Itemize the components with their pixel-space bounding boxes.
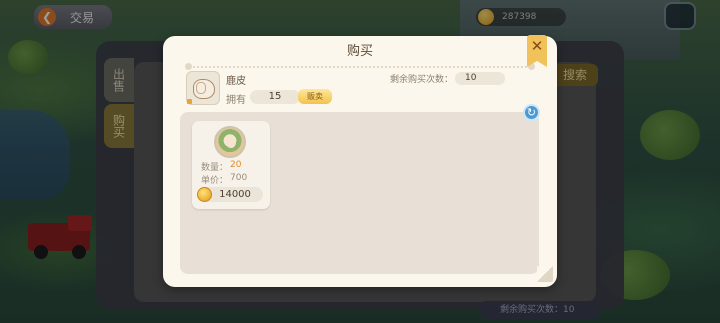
refresh-icon[interactable]: ↻ (523, 104, 540, 121)
coin-icon (197, 187, 212, 202)
dialog-title: 购买 (346, 44, 373, 59)
sell-button[interactable]: 贩卖 (298, 89, 332, 104)
own-label: 拥有 (226, 95, 246, 106)
seller-avatar (214, 126, 246, 158)
quantity-label: 数量： (201, 163, 229, 173)
quantity-value: 20 (230, 160, 242, 170)
unit-price-label: 单价： (201, 176, 229, 186)
item-name: 鹿皮 (226, 76, 246, 87)
divider-dot (185, 63, 192, 70)
page-corner-fold (537, 266, 553, 282)
own-count: 15 (250, 90, 300, 104)
deer-hide-icon (186, 71, 220, 105)
title-divider (189, 66, 531, 68)
close-icon[interactable]: ✕ (527, 35, 547, 67)
unit-price-value: 700 (230, 173, 248, 183)
remaining-purchases-count: 10 (455, 72, 505, 85)
remaining-purchases-label: 剩余购买次数： (390, 75, 454, 85)
